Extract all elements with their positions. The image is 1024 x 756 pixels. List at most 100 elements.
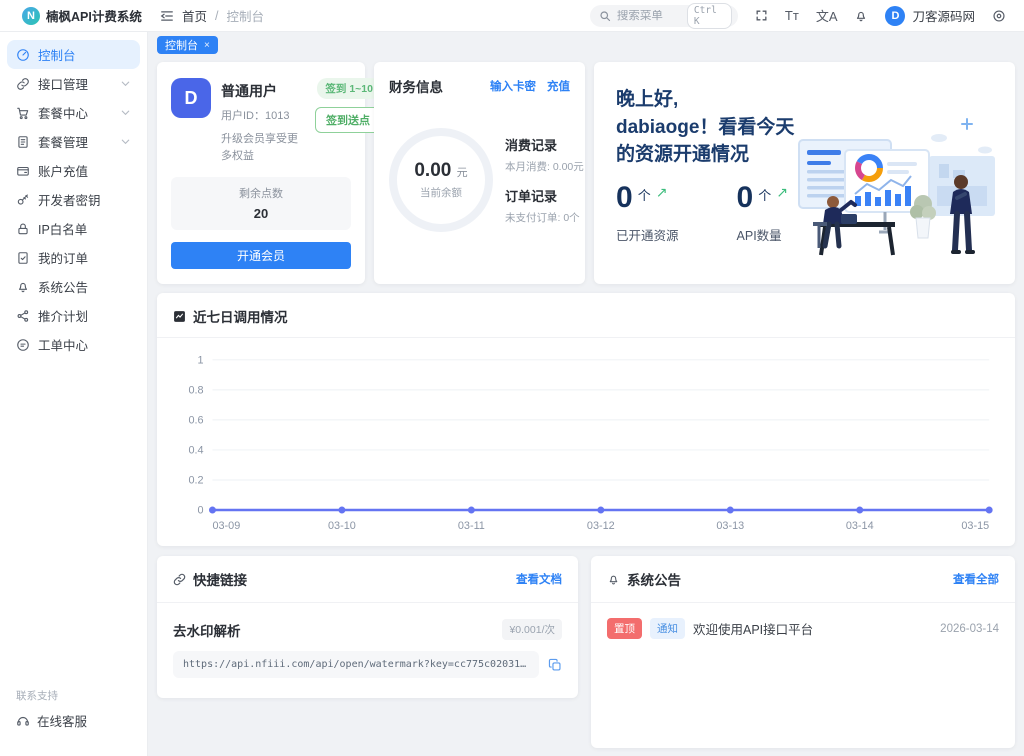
support-section-label: 联系支持 xyxy=(16,690,58,702)
chart-icon xyxy=(173,310,186,323)
search-field[interactable] xyxy=(616,9,681,22)
chevron-down-icon xyxy=(120,136,131,147)
svg-text:0: 0 xyxy=(198,504,204,516)
pinned-badge: 置顶 xyxy=(607,618,642,639)
finance-card: 财务信息 输入卡密 充值 0.00 元 当前余额 消费记录 本月消费: 0.00… xyxy=(374,62,585,284)
sidebar-item-账户充值[interactable]: 账户充值 xyxy=(7,156,140,185)
sidebar-item-推介计划[interactable]: 推介计划 xyxy=(7,301,140,330)
chevron-down-icon xyxy=(120,107,131,118)
app-title: 楠枫API计费系统 xyxy=(46,10,142,24)
bell-icon xyxy=(607,573,620,586)
svg-text:03-14: 03-14 xyxy=(846,520,874,532)
svg-text:03-11: 03-11 xyxy=(458,520,485,532)
checkin-range-badge: 签到 1~10 xyxy=(317,78,381,99)
online-support-link[interactable]: 在线客服 xyxy=(0,711,147,756)
fullscreen-icon[interactable] xyxy=(755,9,768,22)
svg-text:0.8: 0.8 xyxy=(188,384,203,396)
svg-text:03-09: 03-09 xyxy=(212,520,240,532)
announcement-title[interactable]: 欢迎使用API接口平台 xyxy=(693,619,813,638)
stat-已开通资源: 0 个 ↗ 已开通资源 xyxy=(616,180,679,243)
api-url-field[interactable]: https://api.nfiii.com/api/open/watermark… xyxy=(173,651,539,678)
breadcrumb-separator: / xyxy=(215,8,219,23)
app-logo[interactable]: N 楠枫API计费系统 xyxy=(0,6,148,25)
sidebar-item-套餐中心[interactable]: 套餐中心 xyxy=(7,98,140,127)
sidebar-item-我的订单[interactable]: 我的订单 xyxy=(7,243,140,272)
translate-icon[interactable]: 文A xyxy=(816,6,838,25)
user-role: 普通用户 xyxy=(221,83,277,99)
main-content: D 普通用户 用户ID：1013 升级会员享受更多权益 签到 1~10 签到送点… xyxy=(148,58,1024,756)
sidebar-item-IP白名单[interactable]: IP白名单 xyxy=(7,214,140,243)
announcements-title: 系统公告 xyxy=(627,573,681,588)
trend-up-icon: ↗ xyxy=(655,183,668,200)
breadcrumb: 首页 / 控制台 xyxy=(148,6,264,25)
user-avatar[interactable]: D xyxy=(885,5,906,26)
key-icon xyxy=(16,193,30,207)
dashboard-illustration xyxy=(789,110,1001,260)
enter-card-key-link[interactable]: 输入卡密 xyxy=(490,78,536,94)
tab-bar: 控制台 × xyxy=(148,32,1024,58)
svg-text:03-10: 03-10 xyxy=(328,520,356,532)
settings-gear-icon[interactable] xyxy=(992,9,1006,23)
wallet-icon xyxy=(16,164,30,178)
header-username[interactable]: 刀客源码网 xyxy=(912,6,975,25)
logo-icon: N xyxy=(22,6,40,25)
stat-value: 0 xyxy=(616,180,633,214)
open-membership-button[interactable]: 开通会员 xyxy=(171,242,351,269)
user-profile-card: D 普通用户 用户ID：1013 升级会员享受更多权益 签到 1~10 签到送点… xyxy=(157,62,381,284)
announcement-date: 2026-03-14 xyxy=(940,622,999,635)
order-record-title[interactable]: 订单记录 xyxy=(505,186,584,205)
points-panel: 剩余点数 20 xyxy=(171,177,351,230)
search-input[interactable]: Ctrl K xyxy=(589,2,738,29)
greeting-card: 晚上好, dabiaoge！看看今天的资源开通情况 0 个 ↗ 已开通资源 0 个 ↗ API… xyxy=(594,62,1015,284)
stat-label: API数量 xyxy=(736,228,782,243)
font-size-icon[interactable]: Tт xyxy=(785,8,799,23)
ticket-icon xyxy=(16,338,30,352)
sidebar-item-label: 套餐管理 xyxy=(38,136,89,150)
view-all-link[interactable]: 查看全部 xyxy=(953,571,999,587)
sidebar-item-套餐管理[interactable]: 套餐管理 xyxy=(7,127,140,156)
sidebar-item-系统公告[interactable]: 系统公告 xyxy=(7,272,140,301)
points-value: 20 xyxy=(253,206,269,221)
sidebar-item-开发者密钥[interactable]: 开发者密钥 xyxy=(7,185,140,214)
consume-record-detail: 本月消费: 0.00元 xyxy=(505,161,584,173)
sidebar-item-label: IP白名单 xyxy=(38,223,88,237)
svg-text:0.4: 0.4 xyxy=(188,444,203,456)
sidebar-item-控制台[interactable]: 控制台 xyxy=(7,40,140,69)
search-icon xyxy=(599,10,611,22)
upgrade-hint: 升级会员享受更多权益 xyxy=(221,133,298,162)
sidebar-item-label: 我的订单 xyxy=(38,252,89,266)
view-docs-link[interactable]: 查看文档 xyxy=(516,571,562,587)
api-link-name[interactable]: 去水印解析 xyxy=(173,620,241,640)
copy-icon[interactable] xyxy=(548,658,562,672)
recharge-link[interactable]: 充值 xyxy=(547,78,570,94)
api-price-badge: ¥0.001/次 xyxy=(502,619,562,640)
breadcrumb-home[interactable]: 首页 xyxy=(182,6,207,25)
lock-icon xyxy=(16,222,30,236)
stat-label: 已开通资源 xyxy=(616,228,679,243)
sidebar-item-label: 工单中心 xyxy=(38,339,89,353)
tab-dashboard[interactable]: 控制台 × xyxy=(157,36,218,54)
stat-value: 0 xyxy=(736,180,754,214)
notification-bell-icon[interactable] xyxy=(854,9,868,23)
collapse-sidebar-icon[interactable] xyxy=(160,9,174,23)
points-label: 剩余点数 xyxy=(239,188,283,200)
trend-up-icon: ↗ xyxy=(776,183,788,200)
sidebar-item-接口管理[interactable]: 接口管理 xyxy=(7,69,140,98)
svg-text:03-15: 03-15 xyxy=(961,520,989,532)
sidebar-item-工单中心[interactable]: 工单中心 xyxy=(7,330,140,359)
weekly-usage-chart-card: 近七日调用情况 0 0.2 0.4 0.6 0.8 1 03-09 03-10 03-11 03-… xyxy=(157,293,1015,546)
checkin-button[interactable]: 签到送点 xyxy=(315,107,381,133)
announcement-row[interactable]: 置顶 通知 欢迎使用API接口平台 2026-03-14 xyxy=(607,618,999,639)
headset-icon xyxy=(16,714,30,728)
stat-API数量: 0 个 ↗ API数量 xyxy=(736,180,788,243)
announcements-card: 系统公告 查看全部 置顶 通知 欢迎使用API接口平台 2026-03-14 xyxy=(591,556,1015,748)
tab-close-icon[interactable]: × xyxy=(204,40,210,51)
notice-badge: 通知 xyxy=(650,618,685,639)
quick-links-card: 快捷链接 查看文档 去水印解析 ¥0.001/次 https://api.nfi… xyxy=(157,556,578,698)
search-shortcut-badge: Ctrl K xyxy=(686,2,732,29)
doc-list-icon xyxy=(16,135,30,149)
consume-record-title[interactable]: 消费记录 xyxy=(505,135,584,154)
sidebar-item-label: 系统公告 xyxy=(38,281,89,295)
chevron-down-icon xyxy=(120,78,131,89)
link-icon xyxy=(173,573,186,586)
